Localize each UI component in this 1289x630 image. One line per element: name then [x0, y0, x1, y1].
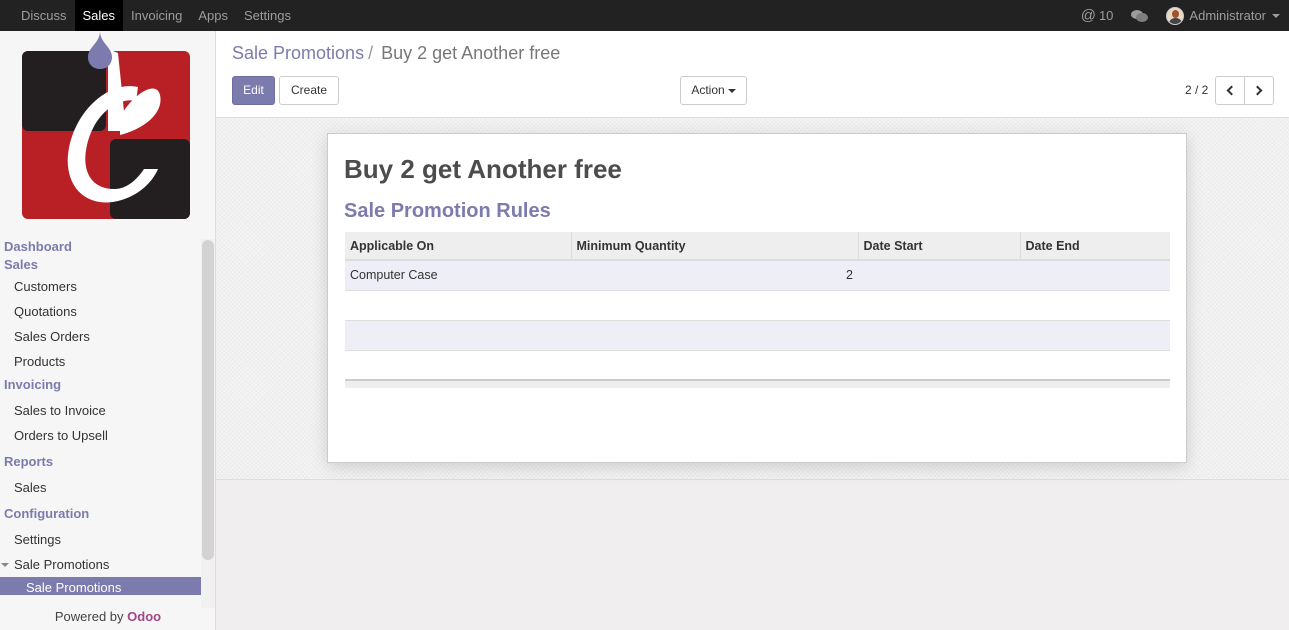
table-header-row: Applicable On Minimum Quantity Date Star… [345, 232, 1170, 261]
sidebar-item-label: Sale Promotions [14, 557, 110, 572]
column-applicable-on[interactable]: Applicable On [345, 232, 572, 261]
column-date-end[interactable]: Date End [1020, 232, 1170, 261]
app-menu: Discuss Sales Invoicing Apps Settings [13, 0, 299, 31]
user-name: Administrator [1189, 8, 1266, 23]
caret-down-icon [727, 88, 736, 93]
odoo-link[interactable]: Odoo [127, 609, 161, 624]
messaging-button[interactable] [1122, 0, 1157, 31]
sidebar-item-sale-promotions-active[interactable]: Sale Promotions [0, 577, 201, 595]
table-empty-row [345, 319, 1170, 350]
table-empty-row [345, 289, 1170, 320]
form-sheet: Buy 2 get Another free Sale Promotion Ru… [327, 133, 1187, 463]
chevron-left-icon [1226, 85, 1237, 96]
menu-sales[interactable]: Sales [74, 0, 124, 31]
promotion-rules-table: Applicable On Minimum Quantity Date Star… [345, 232, 1170, 388]
create-button[interactable]: Create [279, 76, 339, 105]
sidebar-item-products[interactable]: Products [0, 349, 201, 374]
sidebar-section-invoicing[interactable]: Invoicing [0, 376, 201, 394]
sidebar-section-reports[interactable]: Reports [0, 453, 201, 471]
mentions-count: 10 [1098, 8, 1114, 23]
sidebar-menu: Dashboard Sales Customers Quotations Sal… [0, 238, 201, 595]
sidebar-item-quotations[interactable]: Quotations [0, 299, 201, 324]
breadcrumb-separator: / [368, 43, 374, 63]
sidebar-section-configuration[interactable]: Configuration [0, 505, 201, 523]
mentions-button[interactable]: @ 10 [1072, 0, 1123, 31]
control-panel: Sale Promotions / Buy 2 get Another free E… [216, 31, 1289, 118]
sidebar-item-orders-to-upsell[interactable]: Orders to Upsell [0, 423, 201, 448]
breadcrumb-parent[interactable]: Sale Promotions [232, 43, 364, 63]
sidebar-section-dashboard[interactable]: Dashboard [0, 238, 201, 256]
menu-apps[interactable]: Apps [190, 0, 236, 31]
sidebar-item-customers[interactable]: Customers [0, 274, 201, 299]
column-date-start[interactable]: Date Start [858, 232, 1021, 261]
pager-next-button[interactable] [1244, 76, 1274, 105]
table-row[interactable]: Computer Case 2 [345, 259, 1170, 290]
at-sign-icon: @ [1080, 7, 1096, 24]
user-menu[interactable]: Administrator [1157, 0, 1289, 31]
sidebar-item-sales-orders[interactable]: Sales Orders [0, 324, 201, 349]
avatar [1166, 6, 1185, 25]
sidebar-item-settings[interactable]: Settings [0, 527, 201, 552]
action-label: Action [691, 83, 725, 97]
cell-applicable-on: Computer Case [345, 259, 571, 290]
menu-discuss[interactable]: Discuss [13, 0, 75, 31]
chat-bubbles-icon [1131, 9, 1149, 22]
company-logo[interactable] [20, 31, 192, 223]
breadcrumb-current: Buy 2 get Another free [381, 43, 561, 63]
chevron-right-icon [1252, 85, 1263, 96]
column-minimum-quantity[interactable]: Minimum Quantity [571, 232, 859, 261]
cell-date-start [858, 259, 1020, 290]
menu-invoicing[interactable]: Invoicing [123, 0, 190, 31]
pager-value[interactable]: 2 / 2 [1185, 76, 1208, 105]
form-view-background: Buy 2 get Another free Sale Promotion Ru… [216, 118, 1289, 480]
sidebar-section-sales[interactable]: Sales [0, 256, 201, 274]
breadcrumb: Sale Promotions / Buy 2 get Another free [232, 43, 560, 64]
menu-settings[interactable]: Settings [236, 0, 299, 31]
top-navbar: Discuss Sales Invoicing Apps Settings @ … [0, 0, 1289, 31]
pager-previous-button[interactable] [1215, 76, 1245, 105]
section-title: Sale Promotion Rules [344, 200, 551, 222]
table-empty-row [345, 349, 1170, 380]
table-footer-row [345, 379, 1170, 388]
action-dropdown[interactable]: Action [680, 76, 747, 105]
caret-down-icon [1272, 13, 1280, 18]
sidebar-item-reports-sales[interactable]: Sales [0, 475, 201, 500]
caret-down-icon [1, 563, 9, 567]
edit-button[interactable]: Edit [232, 76, 275, 105]
powered-by: Powered by Odoo [0, 608, 215, 630]
cell-date-end [1020, 259, 1170, 290]
record-title: Buy 2 get Another free [344, 154, 622, 184]
sidebar-scrollbar-thumb[interactable] [202, 240, 214, 560]
sidebar: Dashboard Sales Customers Quotations Sal… [0, 31, 216, 630]
powered-by-text: Powered by [54, 609, 124, 624]
sidebar-item-sale-promotions-parent[interactable]: Sale Promotions [0, 552, 201, 577]
cell-minimum-quantity: 2 [571, 259, 858, 290]
sidebar-item-sales-to-invoice[interactable]: Sales to Invoice [0, 398, 201, 423]
